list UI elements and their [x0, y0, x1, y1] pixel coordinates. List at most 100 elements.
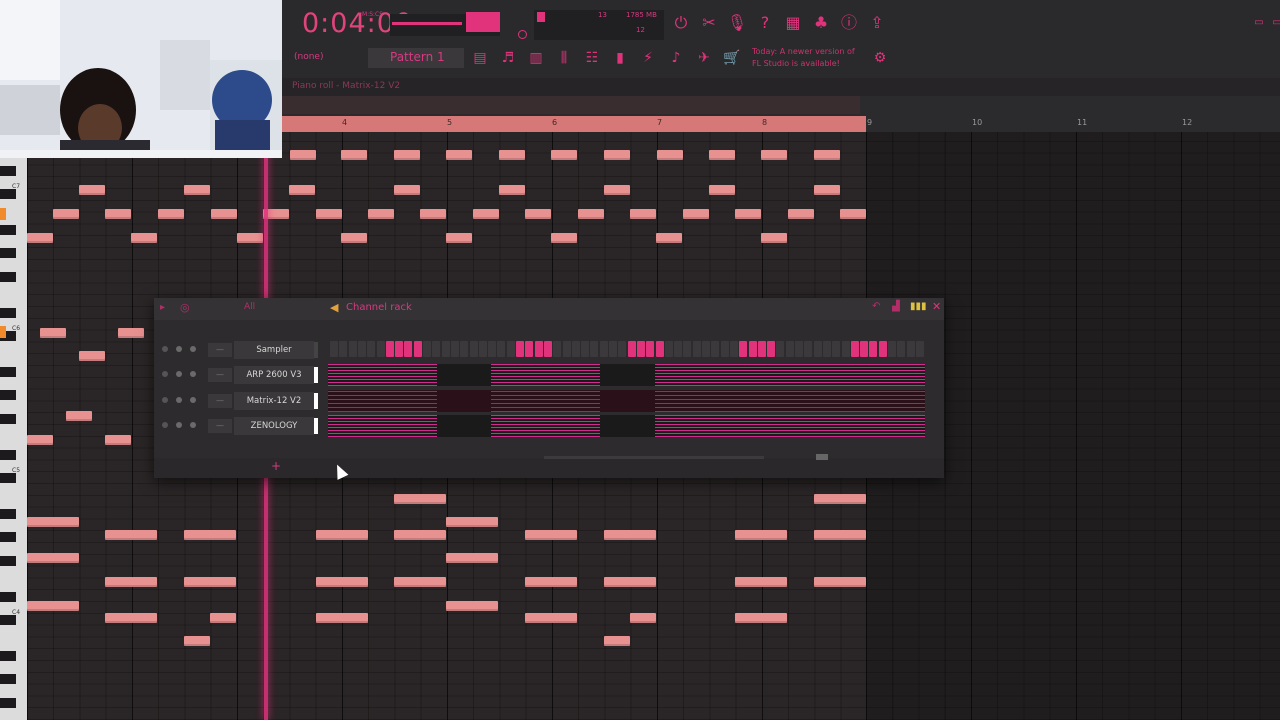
step-button[interactable] [525, 341, 534, 357]
step-button[interactable] [450, 341, 459, 357]
channel-select-indicator[interactable] [314, 367, 318, 383]
undo-icon[interactable]: ↶ [872, 301, 880, 312]
black-key[interactable] [0, 591, 16, 602]
midi-note[interactable] [814, 150, 840, 160]
black-key[interactable] [0, 414, 16, 424]
channel-piano-roll-preview[interactable] [328, 390, 925, 412]
step-button[interactable] [636, 341, 645, 357]
black-key[interactable] [0, 650, 16, 661]
step-button[interactable] [897, 341, 906, 357]
midi-note[interactable] [709, 150, 735, 160]
midi-note[interactable] [604, 185, 630, 195]
midi-note[interactable] [27, 601, 79, 611]
step-button[interactable] [683, 341, 692, 357]
step-button[interactable] [767, 341, 776, 357]
channel-mixer-track[interactable]: — [208, 419, 232, 433]
step-button[interactable] [404, 341, 413, 357]
channel-mixer-track[interactable]: — [208, 394, 232, 408]
midi-note[interactable] [735, 530, 787, 540]
midi-note[interactable] [657, 150, 683, 160]
midi-note[interactable] [578, 209, 604, 219]
midi-note[interactable] [105, 209, 131, 219]
step-button[interactable] [785, 341, 794, 357]
midi-note[interactable] [840, 209, 866, 219]
midi-note[interactable] [446, 233, 472, 243]
step-button[interactable] [739, 341, 748, 357]
black-key[interactable] [0, 449, 16, 460]
step-button[interactable] [869, 341, 878, 357]
midi-note[interactable] [604, 577, 656, 587]
midi-note[interactable] [394, 494, 446, 504]
midi-note[interactable] [184, 636, 210, 646]
scroll-handle[interactable] [816, 454, 828, 460]
midi-note[interactable] [761, 150, 787, 160]
midi-note[interactable] [40, 328, 66, 338]
step-button[interactable] [423, 341, 431, 357]
step-button[interactable] [562, 341, 571, 357]
black-key[interactable] [0, 698, 16, 708]
channel-led[interactable] [162, 397, 168, 403]
step-button[interactable] [395, 341, 404, 357]
channel-volume-knob[interactable] [190, 422, 196, 428]
midi-note[interactable] [79, 185, 105, 195]
midi-note[interactable] [683, 209, 709, 219]
step-button[interactable] [702, 341, 710, 357]
step-button[interactable] [367, 341, 376, 357]
black-key[interactable] [0, 272, 16, 282]
step-button[interactable] [748, 341, 757, 357]
midi-note[interactable] [446, 517, 498, 527]
channel-rack-window[interactable] [154, 298, 944, 478]
channel-volume-knob[interactable] [190, 371, 196, 377]
midi-note[interactable] [446, 150, 472, 160]
midi-note[interactable] [105, 530, 157, 540]
step-button[interactable] [609, 341, 617, 357]
channel-led[interactable] [162, 371, 168, 377]
channel-select-indicator[interactable] [314, 393, 318, 409]
channel-piano-roll-preview[interactable] [328, 415, 925, 437]
midi-note[interactable] [446, 553, 498, 563]
step-button[interactable] [330, 341, 338, 357]
channel-led[interactable] [162, 346, 168, 352]
midi-note[interactable] [446, 601, 498, 611]
step-button[interactable] [376, 341, 385, 357]
midi-note[interactable] [499, 150, 525, 160]
step-button[interactable] [915, 341, 924, 357]
channel-mixer-track[interactable]: — [208, 343, 232, 357]
step-button[interactable] [432, 341, 441, 357]
black-key[interactable] [0, 366, 16, 377]
midi-note[interactable] [237, 233, 263, 243]
black-key[interactable] [0, 532, 16, 543]
step-button[interactable] [534, 341, 543, 357]
midi-note[interactable] [316, 613, 368, 623]
midi-note[interactable] [105, 613, 157, 623]
midi-note[interactable] [525, 209, 551, 219]
midi-note[interactable] [27, 233, 53, 243]
black-key[interactable] [0, 307, 16, 318]
black-key[interactable] [0, 473, 16, 484]
step-button[interactable] [757, 341, 766, 357]
graph-icon[interactable]: ▟ [892, 301, 900, 312]
step-button[interactable] [692, 341, 701, 357]
channel-rack-header[interactable] [154, 298, 944, 320]
black-key[interactable] [0, 615, 16, 626]
channel-name-button[interactable]: Sampler [234, 341, 314, 359]
step-button[interactable] [357, 341, 366, 357]
arrow-left-icon[interactable]: ▸ [160, 302, 165, 313]
midi-note[interactable] [814, 494, 866, 504]
midi-note[interactable] [473, 209, 499, 219]
midi-note[interactable] [394, 577, 446, 587]
step-button[interactable] [822, 341, 831, 357]
step-button[interactable] [711, 341, 720, 357]
close-icon[interactable]: ✕ [932, 300, 941, 313]
midi-note[interactable] [211, 209, 237, 219]
step-button[interactable] [339, 341, 348, 357]
channel-name-button[interactable]: Matrix-12 V2 [234, 392, 314, 410]
horizontal-scrollbar[interactable] [544, 456, 764, 459]
step-button[interactable] [618, 341, 627, 357]
midi-note[interactable] [316, 577, 368, 587]
channel-filter[interactable]: All [244, 302, 255, 312]
step-button[interactable] [655, 341, 664, 357]
midi-note[interactable] [814, 185, 840, 195]
midi-note[interactable] [735, 577, 787, 587]
midi-note[interactable] [53, 209, 79, 219]
